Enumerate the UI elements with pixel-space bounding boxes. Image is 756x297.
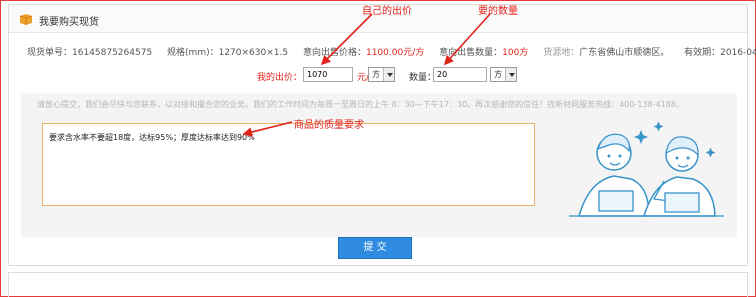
quantity-input[interactable] [433, 67, 487, 82]
intended-qty-label: 意向出售数量： [439, 48, 503, 58]
chevron-down-icon [505, 68, 516, 81]
intended-price-value: 1100.00元/方 [365, 48, 425, 58]
page-title: 我要购买现货 [39, 17, 99, 28]
submit-button[interactable]: 提 交 [338, 237, 412, 259]
my-bid-input[interactable] [303, 67, 353, 82]
quantity-label: 数量： [409, 73, 437, 83]
intended-price: 意向出售价格：1100.00元/方 [303, 45, 424, 58]
quality-requirement-textarea[interactable]: 要求含水率不要超18度，达标95%；厚度达标率达到90% [42, 123, 535, 206]
order-number: 现货单号：16145875264575 [27, 48, 153, 58]
customer-service-illustration [569, 121, 724, 217]
annotation-quality-requirement: 商品的质量要求 [294, 120, 364, 131]
bid-row: 我的出价： 元/ 方 数量： 方 [9, 67, 747, 85]
source-value: 广东省佛山市顺德区。 [579, 48, 670, 58]
intended-price-label: 意向出售价格： [302, 48, 366, 58]
intended-qty-value: 100方 [502, 48, 529, 58]
chevron-down-icon [383, 68, 394, 81]
quantity-unit-select[interactable]: 方 [490, 67, 517, 82]
next-section-edge [8, 272, 748, 297]
box-icon [19, 14, 33, 25]
requirement-section: 请放心提交，我们会尽快与您联系，以对接和撮合您的业务。我们的工作时间为每周一至周… [21, 93, 737, 237]
quantity-unit-value: 方 [494, 70, 502, 79]
annotation-own-price: 自己的出价 [362, 6, 412, 17]
stock-info-row: 现货单号：16145875264575 规格(mm)：1270×630×1.5 … [27, 45, 756, 59]
annotation-quantity-wanted: 要的数量 [478, 6, 518, 17]
bid-unit-select[interactable]: 方 [368, 67, 395, 82]
intended-quantity: 意向出售数量：100方 [439, 45, 528, 58]
bid-unit-value: 方 [372, 70, 380, 79]
source: 货源地：广东省佛山市顺德区。 [543, 45, 669, 58]
source-label: 货源地： [543, 48, 580, 58]
valid-until: 有效期：2016-04-09 [684, 48, 756, 58]
service-notice: 请放心提交，我们会尽快与您联系，以对接和撮合您的业务。我们的工作时间为每周一至周… [37, 100, 684, 109]
spec: 规格(mm)：1270×630×1.5 [167, 48, 289, 58]
my-bid-label: 我的出价： [257, 73, 303, 83]
purchase-panel: 我要购买现货 现货单号：16145875264575 规格(mm)：1270×6… [8, 4, 756, 266]
